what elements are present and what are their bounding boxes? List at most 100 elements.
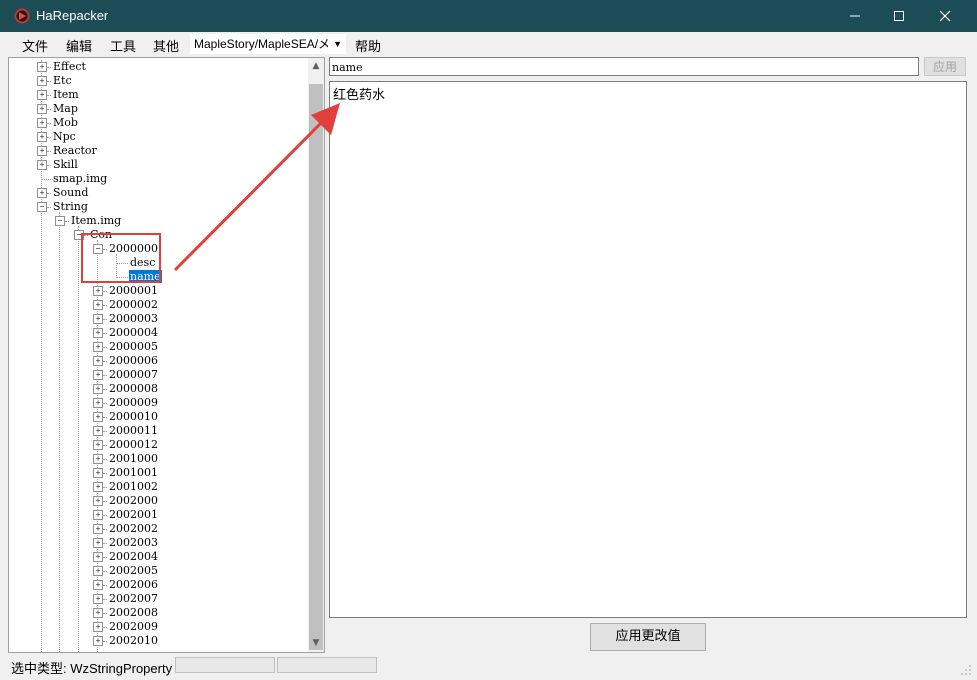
expand-icon[interactable]: + — [93, 328, 103, 338]
tree-connector — [103, 291, 107, 292]
tree-node[interactable]: 2001000 — [108, 452, 159, 465]
scroll-thumb[interactable] — [309, 84, 323, 650]
tree-node[interactable]: 2001001 — [108, 466, 159, 479]
tree-node[interactable]: 2000009 — [108, 396, 159, 409]
tree-node[interactable]: String — [52, 200, 89, 213]
expand-icon[interactable]: + — [93, 426, 103, 436]
expand-icon[interactable]: + — [37, 76, 47, 86]
tree-node-label: 2002005 — [109, 564, 158, 577]
expand-icon[interactable]: + — [93, 524, 103, 534]
tree-node[interactable]: Sound — [52, 186, 89, 199]
scroll-down-icon[interactable]: ▼ — [308, 635, 324, 652]
tree-node[interactable]: 2002000 — [108, 494, 159, 507]
expand-icon[interactable]: + — [37, 118, 47, 128]
scroll-up-icon[interactable]: ▲ — [308, 58, 324, 75]
tree-node[interactable]: 2000008 — [108, 382, 159, 395]
tree-node[interactable]: 2000002 — [108, 298, 159, 311]
menu-edit[interactable]: 编辑 — [66, 36, 92, 55]
expand-icon[interactable]: + — [93, 636, 103, 646]
expand-icon[interactable]: + — [93, 566, 103, 576]
tree-scrollbar[interactable]: ▲ ▼ — [308, 58, 324, 652]
expand-icon[interactable]: + — [93, 384, 103, 394]
collapse-icon[interactable]: − — [55, 216, 65, 226]
collapse-icon[interactable]: − — [37, 202, 47, 212]
tree-node[interactable]: 2001002 — [108, 480, 159, 493]
expand-icon[interactable]: + — [93, 538, 103, 548]
tree-node[interactable]: 2002010 — [108, 634, 159, 647]
tree-node[interactable]: 2000007 — [108, 368, 159, 381]
expand-icon[interactable]: + — [93, 468, 103, 478]
tree-connector — [47, 165, 51, 166]
expand-icon[interactable]: + — [93, 622, 103, 632]
menu-file[interactable]: 文件 — [22, 36, 48, 55]
expand-icon[interactable]: + — [37, 160, 47, 170]
tree-node[interactable]: 2002009 — [108, 620, 159, 633]
tree-node[interactable]: 2002004 — [108, 550, 159, 563]
maximize-button[interactable] — [876, 0, 922, 32]
tree-node[interactable]: 2002007 — [108, 592, 159, 605]
tree-node-label: 2002003 — [109, 536, 158, 549]
expand-icon[interactable]: + — [93, 356, 103, 366]
expand-icon[interactable]: + — [93, 300, 103, 310]
expand-icon[interactable]: + — [37, 132, 47, 142]
tree-node[interactable]: 2002002 — [108, 522, 159, 535]
tree-node[interactable]: 2000010 — [108, 410, 159, 423]
expand-icon[interactable]: + — [93, 552, 103, 562]
expand-icon[interactable]: + — [37, 146, 47, 156]
expand-icon[interactable]: + — [93, 482, 103, 492]
tree-node[interactable]: Map — [52, 102, 79, 115]
apply-changes-button[interactable]: 应用更改值 — [590, 623, 706, 651]
menu-tools[interactable]: 工具 — [110, 36, 136, 55]
tree-node[interactable]: 2000003 — [108, 312, 159, 325]
tree-node[interactable]: Item — [52, 88, 80, 101]
expand-icon[interactable]: + — [93, 314, 103, 324]
expand-icon[interactable]: + — [93, 286, 103, 296]
tree-node[interactable]: 2002001 — [108, 508, 159, 521]
tree-node[interactable]: Effect — [52, 60, 87, 73]
tree-node[interactable]: 2002008 — [108, 606, 159, 619]
tree-node[interactable]: Reactor — [52, 144, 98, 157]
tree-node[interactable]: 2002003 — [108, 536, 159, 549]
tree-node[interactable]: smap.img — [52, 172, 108, 185]
tree-node[interactable]: 2000006 — [108, 354, 159, 367]
expand-icon[interactable]: + — [93, 594, 103, 604]
expand-icon[interactable]: + — [93, 608, 103, 618]
tree-view[interactable]: ▲ ▼ + Effect + Etc + Item + Map + Mob + Npc + Reactor… — [8, 57, 325, 653]
path-dropdown[interactable]: MapleStory/MapleSEA/メ ▼ — [190, 34, 346, 54]
minimize-button[interactable] — [832, 0, 878, 32]
menu-other[interactable]: 其他 — [153, 36, 179, 55]
expand-icon[interactable]: + — [93, 412, 103, 422]
tree-node[interactable]: Etc — [52, 74, 73, 87]
expand-icon[interactable]: + — [93, 510, 103, 520]
expand-icon[interactable]: + — [93, 454, 103, 464]
tree-node[interactable]: 2002005 — [108, 564, 159, 577]
tree-connector — [47, 207, 51, 208]
name-field[interactable]: name — [329, 57, 919, 76]
tree-node[interactable]: 2000012 — [108, 438, 159, 451]
expand-icon[interactable]: + — [37, 62, 47, 72]
tree-node-label: 2000008 — [109, 382, 158, 395]
expand-icon[interactable]: + — [93, 580, 103, 590]
tree-node[interactable]: Npc — [52, 130, 77, 143]
tree-node[interactable]: 2000005 — [108, 340, 159, 353]
expand-icon[interactable]: + — [93, 370, 103, 380]
resize-grip-icon[interactable] — [960, 664, 972, 676]
title-bar[interactable]: HaRepacker — [0, 0, 977, 32]
value-textarea[interactable]: 红色药水 — [329, 81, 967, 618]
tree-node[interactable]: 2002006 — [108, 578, 159, 591]
expand-icon[interactable]: + — [37, 90, 47, 100]
expand-icon[interactable]: + — [37, 188, 47, 198]
expand-icon[interactable]: + — [93, 496, 103, 506]
apply-small-button[interactable]: 应用 — [924, 57, 966, 76]
tree-node[interactable]: Skill — [52, 158, 79, 171]
expand-icon[interactable]: + — [93, 398, 103, 408]
tree-node[interactable]: 2000011 — [108, 424, 159, 437]
menu-help[interactable]: 帮助 — [355, 36, 381, 55]
tree-node[interactable]: 2000001 — [108, 284, 159, 297]
close-button[interactable] — [922, 0, 968, 32]
expand-icon[interactable]: + — [93, 440, 103, 450]
expand-icon[interactable]: + — [37, 104, 47, 114]
expand-icon[interactable]: + — [93, 342, 103, 352]
tree-node[interactable]: 2000004 — [108, 326, 159, 339]
tree-node[interactable]: Mob — [52, 116, 79, 129]
